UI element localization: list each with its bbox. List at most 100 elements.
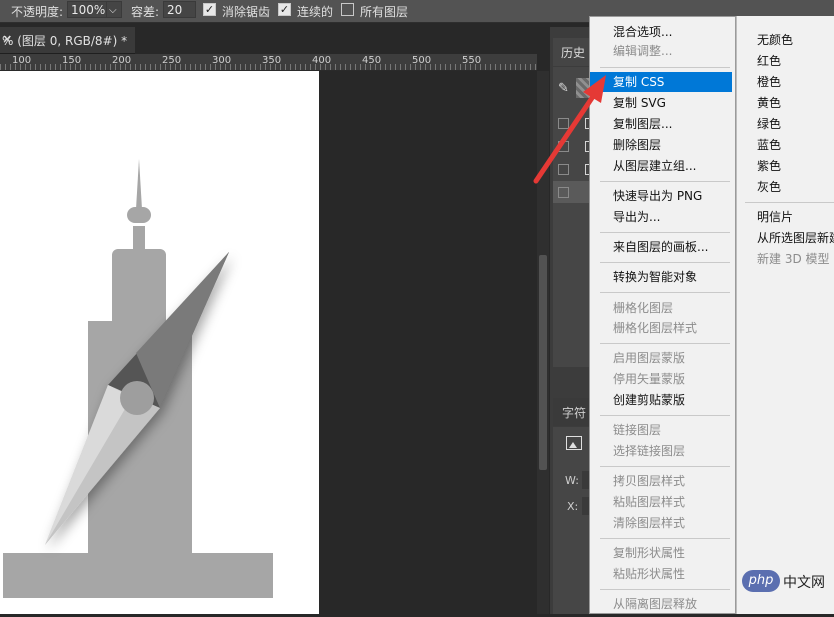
horizontal-ruler: 100 150 200 250 300 350 400 450 500 550 bbox=[0, 54, 537, 71]
menu-item[interactable]: 清除图层样式 bbox=[590, 513, 732, 533]
menu-item[interactable]: 编辑调整... bbox=[590, 41, 732, 61]
menu-item[interactable]: 从图层建立组... bbox=[590, 156, 732, 176]
submenu-item[interactable]: 新建 3D 模型 bbox=[737, 249, 834, 269]
menu-item-label: 从隔离图层释放 bbox=[613, 597, 698, 611]
ruler-minor-tick bbox=[100, 64, 101, 70]
ruler-minor-tick bbox=[445, 64, 446, 70]
menu-item[interactable]: 来自图层的画板... bbox=[590, 237, 732, 257]
history-snapshot-thumbnail[interactable] bbox=[576, 78, 590, 98]
menu-separator bbox=[600, 589, 730, 590]
submenu-item[interactable]: 蓝色 bbox=[737, 135, 834, 155]
ruler-minor-tick bbox=[110, 64, 111, 70]
ruler-minor-tick bbox=[10, 64, 11, 70]
ruler-minor-tick bbox=[485, 64, 486, 70]
submenu-item[interactable]: 无颜色 bbox=[737, 30, 834, 50]
submenu-item[interactable]: 灰色 bbox=[737, 177, 834, 197]
menu-item[interactable]: 拷贝图层样式 bbox=[590, 471, 732, 491]
ruler-minor-tick bbox=[450, 64, 451, 70]
menu-item[interactable]: 复制图层... bbox=[590, 114, 732, 134]
ruler-minor-tick bbox=[155, 64, 156, 70]
ruler-minor-tick bbox=[295, 64, 296, 70]
submenu-item-label: 绿色 bbox=[757, 117, 782, 131]
menu-item[interactable]: 复制 CSS bbox=[590, 72, 732, 92]
menu-item-label: 栅格化图层 bbox=[613, 301, 674, 315]
ruler-minor-tick bbox=[345, 64, 346, 70]
menu-item[interactable]: 粘贴形状属性 bbox=[590, 564, 732, 584]
history-checkbox[interactable] bbox=[558, 187, 569, 198]
menu-item[interactable]: 复制 SVG bbox=[590, 93, 732, 113]
ruler-minor-tick bbox=[350, 64, 351, 70]
menu-item-label: 混合选项... bbox=[613, 25, 673, 39]
menu-item-label: 栅格化图层样式 bbox=[613, 321, 698, 335]
menu-item-label: 转换为智能对象 bbox=[613, 270, 698, 284]
document-tab[interactable]: % (图层 0, RGB/8#) * × bbox=[0, 27, 135, 54]
ruler-minor-tick bbox=[525, 64, 526, 70]
history-tab-label: 历史 bbox=[561, 46, 586, 60]
menu-item[interactable]: 链接图层 bbox=[590, 420, 732, 440]
ruler-minor-tick bbox=[410, 64, 411, 70]
menu-item[interactable]: 栅格化图层样式 bbox=[590, 318, 732, 338]
character-tab-label: 字符 bbox=[562, 406, 587, 420]
submenu-item[interactable]: 红色 bbox=[737, 51, 834, 71]
submenu-item[interactable]: 明信片 bbox=[737, 207, 834, 227]
menu-item[interactable]: 转换为智能对象 bbox=[590, 267, 732, 287]
submenu-item[interactable]: 紫色 bbox=[737, 156, 834, 176]
opacity-input[interactable]: 100% bbox=[67, 1, 107, 18]
close-icon[interactable]: × bbox=[2, 32, 12, 46]
brush-icon[interactable]: ✎ bbox=[558, 82, 572, 96]
ruler-minor-tick bbox=[435, 64, 436, 70]
submenu-item[interactable]: 黄色 bbox=[737, 93, 834, 113]
ruler-minor-tick bbox=[105, 64, 106, 70]
menu-item[interactable]: 导出为... bbox=[590, 207, 732, 227]
ruler-minor-tick bbox=[505, 64, 506, 70]
tolerance-input[interactable]: 20 bbox=[163, 1, 196, 18]
history-checkbox[interactable] bbox=[558, 164, 569, 175]
antialias-label: 消除锯齿 bbox=[222, 5, 271, 19]
menu-item[interactable]: 停用矢量蒙版 bbox=[590, 369, 732, 389]
submenu-item-label: 橙色 bbox=[757, 75, 782, 89]
document-tab-title: % (图层 0, RGB/8#) * bbox=[2, 34, 128, 48]
menu-item-label: 快速导出为 PNG bbox=[613, 189, 703, 203]
menu-separator bbox=[600, 415, 730, 416]
menu-item[interactable]: 快速导出为 PNG bbox=[590, 186, 732, 206]
ruler-minor-tick bbox=[240, 64, 241, 70]
menu-item[interactable]: 启用图层蒙版 bbox=[590, 348, 732, 368]
menu-item[interactable]: 删除图层 bbox=[590, 135, 732, 155]
image-icon[interactable] bbox=[566, 436, 582, 450]
submenu-item-label: 新建 3D 模型 bbox=[757, 252, 830, 266]
ruler-minor-tick bbox=[510, 64, 511, 70]
ruler-minor-tick bbox=[245, 64, 246, 70]
ruler-minor-tick bbox=[250, 64, 251, 70]
ruler-minor-tick bbox=[340, 64, 341, 70]
history-checkbox[interactable] bbox=[558, 141, 569, 152]
ruler-minor-tick bbox=[305, 64, 306, 70]
menu-item[interactable]: 复制形状属性 bbox=[590, 543, 732, 563]
canvas-artboard[interactable] bbox=[0, 71, 319, 614]
menu-separator bbox=[600, 343, 730, 344]
menu-item-label: 复制 CSS bbox=[613, 75, 665, 89]
tab-character[interactable]: 字符 bbox=[553, 398, 591, 426]
ruler-minor-tick bbox=[160, 64, 161, 70]
menu-item[interactable]: 创建剪贴蒙版 bbox=[590, 390, 732, 410]
contiguous-checkbox[interactable]: ✓ bbox=[278, 3, 291, 16]
menu-item-label: 选择链接图层 bbox=[613, 444, 686, 458]
tolerance-label: 容差: bbox=[131, 5, 160, 19]
menu-item[interactable]: 从隔离图层释放 bbox=[590, 594, 732, 614]
history-checkbox[interactable] bbox=[558, 118, 569, 129]
opacity-dropdown-icon[interactable]: ⌵ bbox=[106, 1, 122, 18]
submenu-item[interactable]: 从所选图层新建 bbox=[737, 228, 834, 248]
ruler-label: 350 bbox=[262, 55, 282, 66]
submenu-item[interactable]: 绿色 bbox=[737, 114, 834, 134]
menu-item-label: 拷贝图层样式 bbox=[613, 474, 686, 488]
menu-item[interactable]: 混合选项... bbox=[590, 22, 732, 42]
antialias-checkbox[interactable]: ✓ bbox=[203, 3, 216, 16]
menu-item[interactable]: 栅格化图层 bbox=[590, 298, 732, 318]
submenu-item[interactable]: 橙色 bbox=[737, 72, 834, 92]
menu-separator bbox=[600, 466, 730, 467]
menu-item[interactable]: 粘贴图层样式 bbox=[590, 492, 732, 512]
menu-item[interactable]: 选择链接图层 bbox=[590, 441, 732, 461]
menu-item-label: 创建剪贴蒙版 bbox=[613, 393, 686, 407]
ruler-minor-tick bbox=[360, 64, 361, 70]
all-layers-checkbox[interactable] bbox=[341, 3, 354, 16]
scrollbar-thumb[interactable] bbox=[539, 255, 547, 470]
